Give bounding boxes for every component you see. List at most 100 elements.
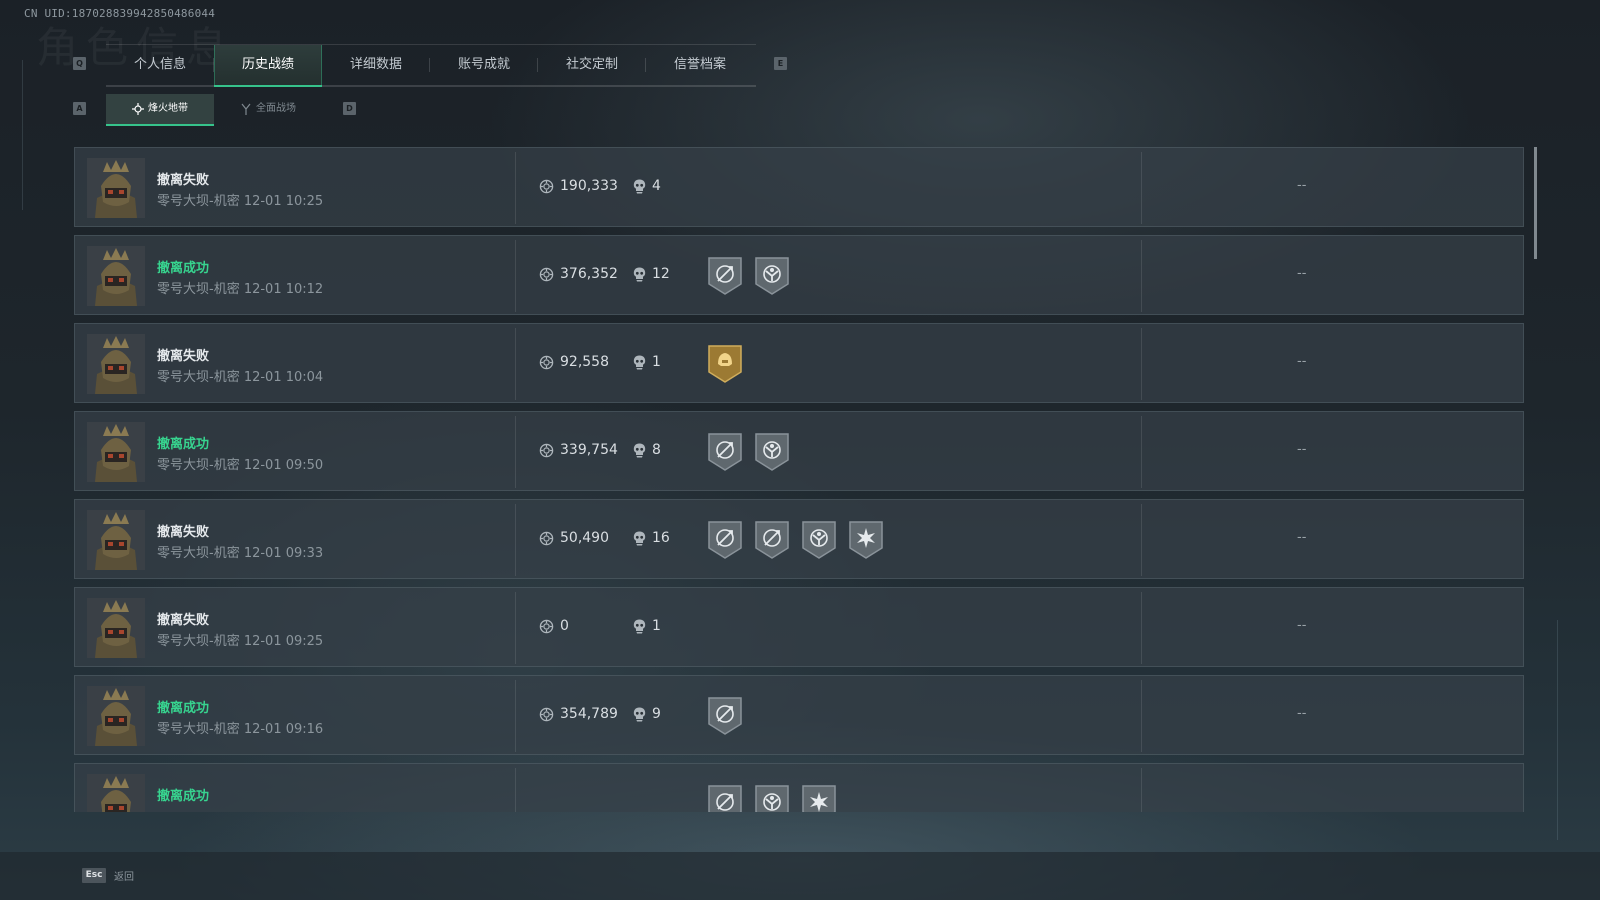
medal-list xyxy=(707,432,790,472)
extracted-value: 376,352 xyxy=(539,266,618,282)
kill-count: 12 xyxy=(633,266,670,282)
medal-list xyxy=(707,520,884,560)
gray-burst-medal-icon[interactable] xyxy=(801,784,837,812)
extraction-status: 撤离成功 xyxy=(157,789,210,804)
back-button[interactable]: Esc 返回 xyxy=(82,868,134,883)
gray-plane-medal-icon[interactable] xyxy=(707,520,743,560)
extracted-value: 354,789 xyxy=(539,706,618,722)
match-record-row[interactable]: 撤离失败 零号大坝-机密 12-01 09:33 50,490 16 -- xyxy=(74,499,1524,579)
extra-stat: -- xyxy=(1297,530,1307,545)
subtab-warfare[interactable]: 全面战场 xyxy=(214,94,322,124)
column-divider xyxy=(515,240,516,312)
extra-stat: -- xyxy=(1297,442,1307,457)
tab-personal-info[interactable]: 个人信息 xyxy=(106,45,214,85)
extra-stat: -- xyxy=(1297,178,1307,193)
next-tab-key-hint[interactable]: E xyxy=(774,57,787,70)
map-and-time: 零号大坝-机密 12-01 10:04 xyxy=(157,370,324,385)
extra-stat: -- xyxy=(1297,266,1307,281)
extracted-value-text: 190,333 xyxy=(560,178,618,194)
kill-count-text: 4 xyxy=(652,178,661,194)
extraction-status: 撤离失败 xyxy=(157,349,210,364)
match-record-row[interactable]: 撤离失败零号大坝-机密 12-01 10:04 92,558 1 -- xyxy=(74,323,1524,403)
gray-plane-medal-icon[interactable] xyxy=(754,520,790,560)
match-record-row[interactable]: 撤离失败零号大坝-机密 12-01 10:25 190,333 4 -- xyxy=(74,147,1524,227)
subtab-warfare-label: 全面战场 xyxy=(256,103,296,114)
next-subtab-key-hint[interactable]: D xyxy=(343,102,356,115)
kill-count-text: 1 xyxy=(652,618,661,634)
prev-subtab-key-hint[interactable]: A xyxy=(73,102,86,115)
extracted-value: 190,333 xyxy=(539,178,618,194)
extra-stat: -- xyxy=(1297,618,1307,633)
column-divider xyxy=(1141,328,1142,400)
gold-helmet-medal-icon[interactable] xyxy=(707,344,743,384)
map-and-time: 零号大坝-机密 12-01 09:50 xyxy=(157,458,324,473)
extraction-status: 撤离失败 xyxy=(157,173,210,188)
extracted-value: 0 xyxy=(539,618,569,634)
gray-plane-medal-icon[interactable] xyxy=(707,784,743,812)
operator-avatar xyxy=(87,774,145,812)
operator-avatar xyxy=(87,158,145,218)
extracted-value-text: 339,754 xyxy=(560,442,618,458)
match-record-row[interactable]: 撤离成功 零号大坝-机密 12-01 09:50 339,754 8 -- xyxy=(74,411,1524,491)
column-divider xyxy=(1141,240,1142,312)
gray-eagle-medal-icon[interactable] xyxy=(754,432,790,472)
column-divider xyxy=(1141,152,1142,224)
tab-credit-record[interactable]: 信誉档案 xyxy=(646,45,754,85)
extracted-value-text: 376,352 xyxy=(560,266,618,282)
tab-detailed-data[interactable]: 详细数据 xyxy=(322,45,430,85)
match-history-list: 撤离失败 零号大坝-机密 12-01 10:25 190,333 4 -- 撤离成功 零号… xyxy=(74,147,1526,812)
subtab-operations[interactable]: 烽火地带 xyxy=(106,94,214,126)
kill-count: 9 xyxy=(633,706,661,722)
map-and-time: 零号大坝-机密 12-01 10:25 xyxy=(157,194,324,209)
kill-count: 16 xyxy=(633,530,670,546)
tab-social-custom[interactable]: 社交定制 xyxy=(538,45,646,85)
extracted-value-text: 92,558 xyxy=(560,354,609,370)
skull-icon xyxy=(633,355,646,369)
kill-count: 1 xyxy=(633,354,661,370)
tab-match-history[interactable]: 历史战绩 xyxy=(214,45,322,87)
extracted-value-text: 354,789 xyxy=(560,706,618,722)
extraction-status: 撤离成功 xyxy=(157,701,210,716)
extraction-status: 撤离成功 xyxy=(157,261,210,276)
extracted-value: 339,754 xyxy=(539,442,618,458)
gray-eagle-medal-icon[interactable] xyxy=(754,256,790,296)
match-record-row[interactable]: 撤离成功 零号大坝-机密 12-01 10:12 376,352 12 -- xyxy=(74,235,1524,315)
column-divider xyxy=(1141,416,1142,488)
currency-icon xyxy=(539,179,554,193)
match-record-row[interactable]: 撤离成功 零号大坝-机密 12-01 09:16 354,789 9 -- xyxy=(74,675,1524,755)
list-scrollbar[interactable] xyxy=(1534,147,1537,259)
gray-burst-medal-icon[interactable] xyxy=(848,520,884,560)
column-divider xyxy=(515,592,516,664)
column-divider xyxy=(1141,504,1142,576)
medal-list xyxy=(707,256,790,296)
map-and-time: 零号大坝-机密 12-01 09:16 xyxy=(157,722,324,737)
kill-count-text: 16 xyxy=(652,530,670,546)
gray-plane-medal-icon[interactable] xyxy=(707,432,743,472)
frame-decoration xyxy=(22,60,23,210)
gray-plane-medal-icon[interactable] xyxy=(707,696,743,736)
player-uid: CN UID:187028839942850486044 xyxy=(24,7,216,20)
column-divider xyxy=(515,328,516,400)
frame-decoration xyxy=(1557,620,1558,840)
gray-plane-medal-icon[interactable] xyxy=(707,256,743,296)
esc-key-hint: Esc xyxy=(82,868,106,883)
match-record-row[interactable]: 撤离成功 xyxy=(74,763,1524,812)
operations-mode-icon xyxy=(132,103,144,115)
skull-icon xyxy=(633,531,646,545)
medal-list xyxy=(707,344,743,384)
operator-avatar xyxy=(87,686,145,746)
main-tabs: 个人信息 历史战绩 详细数据 账号成就 社交定制 信誉档案 xyxy=(106,44,756,87)
gray-eagle-medal-icon[interactable] xyxy=(801,520,837,560)
prev-tab-key-hint[interactable]: Q xyxy=(73,57,86,70)
back-label: 返回 xyxy=(114,872,134,883)
match-record-row[interactable]: 撤离失败 零号大坝-机密 12-01 09:25 0 1 -- xyxy=(74,587,1524,667)
extracted-value: 50,490 xyxy=(539,530,609,546)
currency-icon xyxy=(539,619,554,633)
currency-icon xyxy=(539,267,554,281)
tab-achievements[interactable]: 账号成就 xyxy=(430,45,538,85)
gray-eagle-medal-icon[interactable] xyxy=(754,784,790,812)
kill-count-text: 8 xyxy=(652,442,661,458)
extracted-value-text: 0 xyxy=(560,618,569,634)
operator-avatar xyxy=(87,246,145,306)
extra-stat: -- xyxy=(1297,354,1307,369)
